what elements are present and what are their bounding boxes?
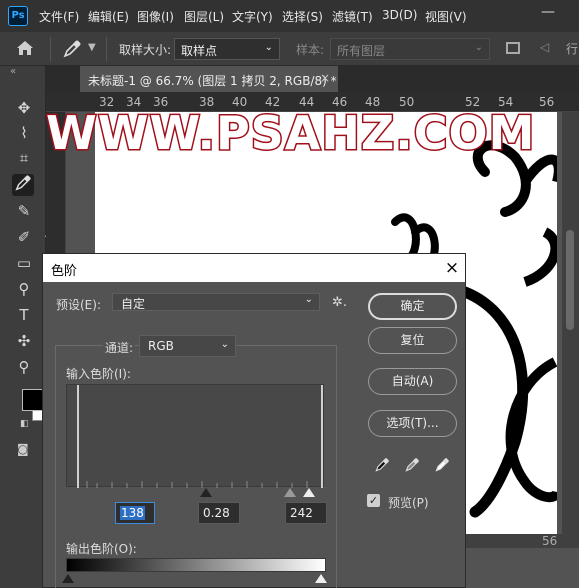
menu-type[interactable]: 文字(Y) <box>232 8 273 25</box>
input-white-slider[interactable] <box>303 488 315 497</box>
input-black-field[interactable]: 138 <box>115 502 155 524</box>
sample-select[interactable]: 所有图层 ⌄ <box>330 38 490 60</box>
input-white-field[interactable]: 242 <box>285 502 327 524</box>
tools-panel <box>0 66 46 588</box>
sample-label: 样本: <box>296 43 325 57</box>
watermark-text: WWW.PSAHZ.COM <box>44 105 536 162</box>
brush-tool-icon[interactable]: ✎ <box>13 200 35 222</box>
home-icon[interactable] <box>14 37 36 59</box>
crop-tool-icon[interactable]: ⌗ <box>13 147 35 169</box>
menu-edit[interactable]: 编辑(E) <box>88 8 129 25</box>
output-gradient-bar <box>66 558 326 572</box>
gradient-tool-icon[interactable]: ▭ <box>13 252 35 274</box>
sample-size-label: 取样大小: <box>119 43 172 57</box>
eyedropper-icon[interactable] <box>62 39 82 59</box>
options-divider <box>50 37 51 61</box>
menu-layer[interactable]: 图层(L) <box>184 8 224 25</box>
channel-value: RGB <box>148 339 174 353</box>
chevron-down-icon[interactable]: ▼ <box>88 42 96 53</box>
menu-select[interactable]: 选择(S) <box>282 8 323 25</box>
dodge-tool-icon[interactable]: ⚲ <box>13 278 35 300</box>
show-ring-icon[interactable] <box>506 42 520 54</box>
pointer-icon[interactable]: ◁ <box>540 40 549 54</box>
default-colors-icon[interactable]: ◧ <box>20 419 29 429</box>
document-tab-title: 未标题-1 @ 66.7% (图层 1 拷贝 2, RGB/8) * <box>88 74 337 88</box>
chevron-down-icon: ⌄ <box>304 294 313 305</box>
input-gamma-slider[interactable] <box>284 488 296 497</box>
options-bar <box>0 32 579 66</box>
close-icon[interactable]: × <box>440 256 464 280</box>
options-divider <box>106 37 107 61</box>
collapse-icon[interactable]: « <box>10 66 16 77</box>
output-white-slider[interactable] <box>315 574 327 583</box>
lasso-tool-icon[interactable]: ⌇ <box>13 122 35 144</box>
type-tool-icon[interactable]: T <box>13 304 35 326</box>
menu-filter[interactable]: 滤镜(T) <box>332 8 373 25</box>
input-black-slider[interactable] <box>200 488 212 497</box>
channel-label: 通道: <box>103 339 136 356</box>
input-gamma-field[interactable]: 0.28 <box>198 502 240 524</box>
black-point-eyedropper-icon[interactable] <box>374 457 390 473</box>
menu-file[interactable]: 文件(F) <box>39 8 79 25</box>
chevron-down-icon: ⌄ <box>264 42 273 53</box>
ok-button[interactable]: 确定 <box>368 293 457 320</box>
foreground-color-swatch[interactable] <box>22 389 44 411</box>
input-levels-label: 输入色阶(I): <box>66 367 131 381</box>
document-tab[interactable]: 未标题-1 @ 66.7% (图层 1 拷贝 2, RGB/8) * × <box>80 66 338 92</box>
minimize-button[interactable]: — <box>538 4 558 24</box>
dialog-title: 色阶 <box>51 264 78 279</box>
scroll-label: 56 <box>542 534 558 548</box>
truncated-option[interactable]: 行 <box>566 40 578 57</box>
sample-value: 所有图层 <box>337 44 386 58</box>
gray-point-eyedropper-icon[interactable] <box>404 457 420 473</box>
sample-size-value: 取样点 <box>181 44 218 58</box>
chevron-down-icon: ⌄ <box>220 339 229 350</box>
gear-icon[interactable]: ✲. <box>332 295 347 310</box>
preview-checkbox[interactable]: ✓ <box>367 494 380 507</box>
white-point-eyedropper-icon[interactable] <box>434 457 450 473</box>
menu-view[interactable]: 视图(V) <box>425 8 467 25</box>
options-button[interactable]: 选项(T)... <box>368 410 457 437</box>
channel-select[interactable]: RGB ⌄ <box>139 335 236 357</box>
sample-size-select[interactable]: 取样点 ⌄ <box>174 38 280 60</box>
histogram <box>66 384 324 488</box>
quick-mask-icon[interactable]: ◙ <box>17 442 29 456</box>
vertical-scroll-thumb[interactable] <box>566 230 574 330</box>
auto-button[interactable]: 自动(A) <box>368 368 457 395</box>
path-select-icon[interactable]: ✣ <box>13 330 35 352</box>
preset-value: 自定 <box>121 297 146 311</box>
preset-select[interactable]: 自定 ⌄ <box>112 293 320 311</box>
chevron-down-icon: ⌄ <box>474 42 483 53</box>
ruler-tick: 56 <box>539 95 555 109</box>
preview-label: 预览(P) <box>388 496 429 510</box>
menu-image[interactable]: 图像(I) <box>137 8 174 25</box>
menu-3d[interactable]: 3D(D) <box>382 8 417 22</box>
close-icon[interactable]: × <box>320 71 330 85</box>
photoshop-logo: Ps <box>8 6 28 26</box>
reset-button[interactable]: 复位 <box>368 327 457 354</box>
history-brush-icon[interactable]: ✐ <box>13 226 35 248</box>
move-tool-icon[interactable]: ✥ <box>13 97 35 119</box>
horizontal-scrollbar[interactable]: 56 <box>466 534 579 548</box>
output-levels-label: 输出色阶(O): <box>66 542 137 556</box>
output-black-slider[interactable] <box>62 574 74 583</box>
dialog-titlebar[interactable] <box>43 254 465 282</box>
input-black-value: 138 <box>120 506 145 520</box>
zoom-tool-icon[interactable]: ⚲ <box>13 356 35 378</box>
preset-label: 预设(E): <box>56 298 101 312</box>
eyedropper-tool-icon[interactable] <box>12 174 34 196</box>
